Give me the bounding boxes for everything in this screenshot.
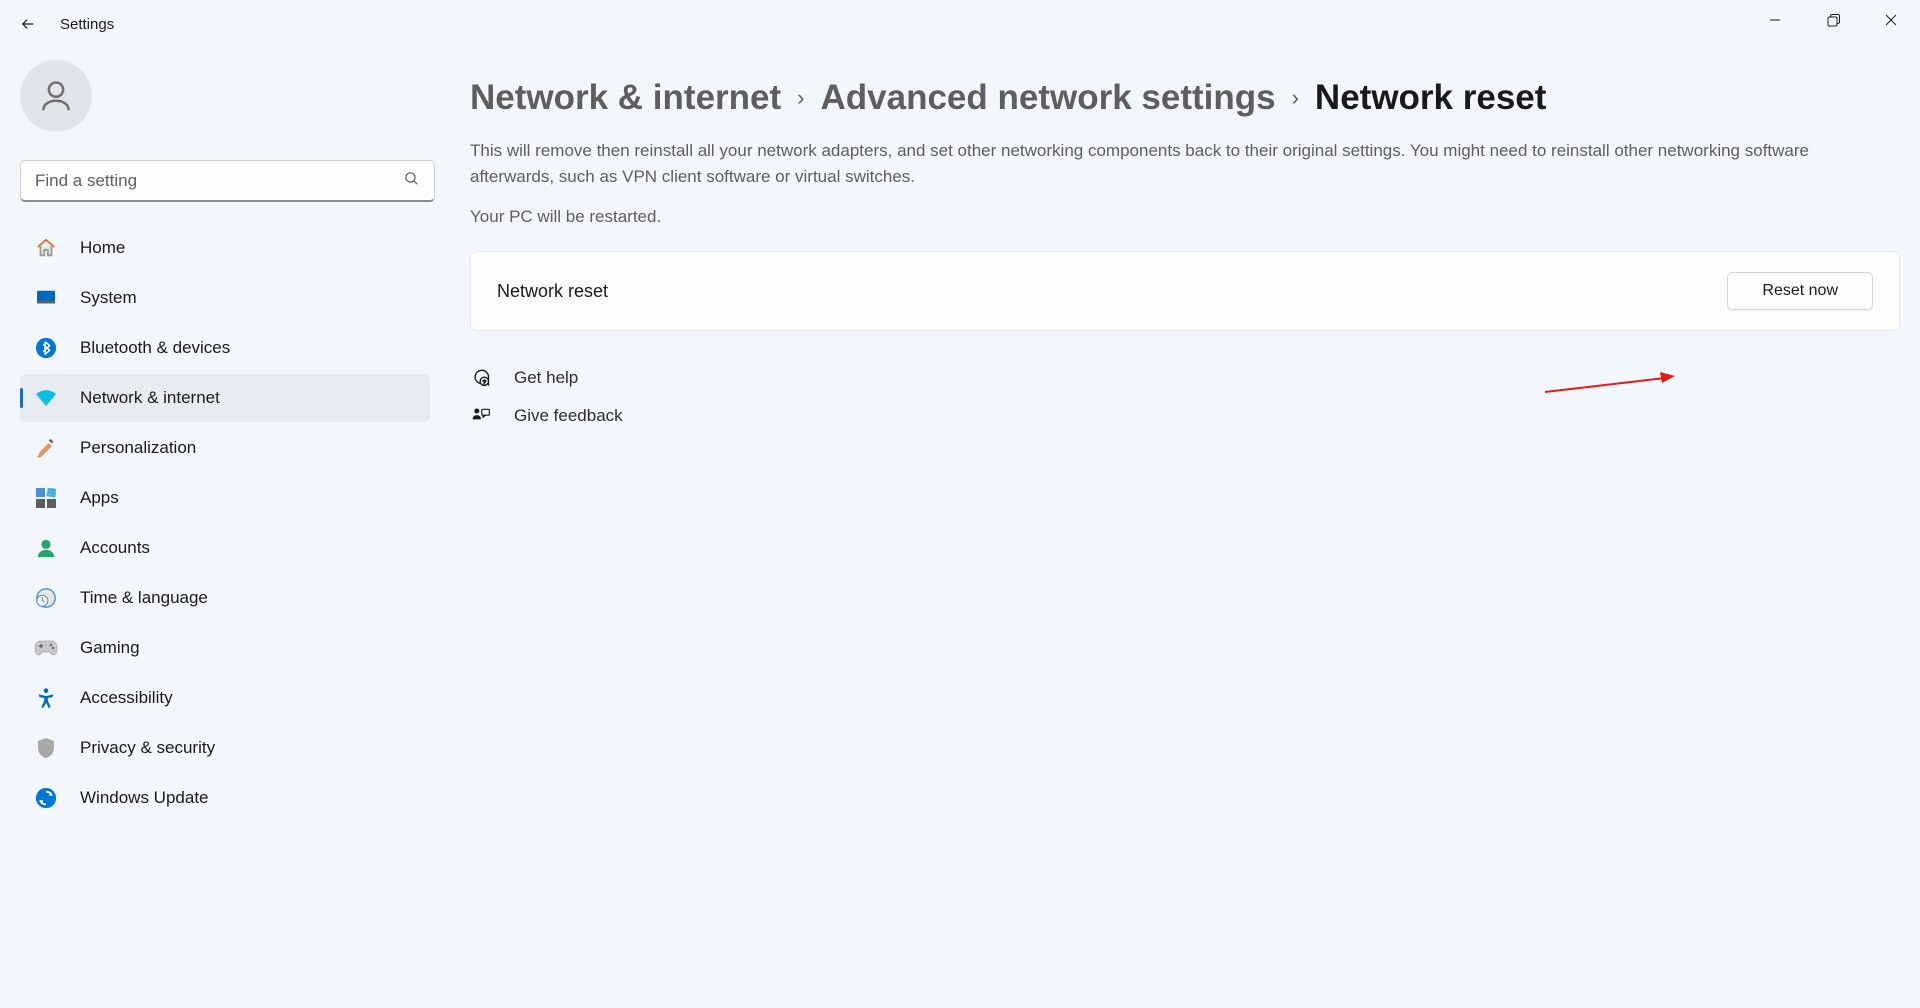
maximize-button[interactable] <box>1804 0 1862 40</box>
shield-icon <box>34 736 58 760</box>
help-icon: ? <box>470 367 492 389</box>
system-icon <box>34 286 58 310</box>
sidebar-item-system[interactable]: System <box>20 274 430 322</box>
sidebar-item-privacy[interactable]: Privacy & security <box>20 724 430 772</box>
sidebar-item-apps[interactable]: Apps <box>20 474 430 522</box>
sidebar-item-bluetooth[interactable]: Bluetooth & devices <box>20 324 430 372</box>
breadcrumb-current: Network reset <box>1315 78 1546 118</box>
chevron-right-icon: › <box>797 85 804 111</box>
feedback-icon <box>470 405 492 427</box>
breadcrumb: Network & internet › Advanced network se… <box>470 78 1900 118</box>
sidebar: Home System Bluetooth & devices Network … <box>0 48 380 1008</box>
get-help-link[interactable]: ? Get help <box>470 367 1900 389</box>
nav-label: Apps <box>80 488 119 508</box>
reset-now-button[interactable]: Reset now <box>1727 272 1873 310</box>
restart-note: Your PC will be restarted. <box>470 207 1900 227</box>
feedback-label: Give feedback <box>514 406 623 426</box>
sidebar-nav: Home System Bluetooth & devices Network … <box>20 224 380 822</box>
window-title: Settings <box>60 16 114 33</box>
network-reset-card: Network reset Reset now <box>470 251 1900 331</box>
sidebar-item-network[interactable]: Network & internet <box>20 374 430 422</box>
sidebar-item-accessibility[interactable]: Accessibility <box>20 674 430 722</box>
nav-label: Home <box>80 238 125 258</box>
main-content: Network & internet › Advanced network se… <box>435 48 1920 1008</box>
window-controls <box>1746 0 1920 40</box>
sidebar-item-accounts[interactable]: Accounts <box>20 524 430 572</box>
search-box[interactable] <box>20 160 435 202</box>
sidebar-item-home[interactable]: Home <box>20 224 430 272</box>
apps-icon <box>34 486 58 510</box>
nav-label: Accounts <box>80 538 150 558</box>
nav-label: Windows Update <box>80 788 209 808</box>
nav-label: Gaming <box>80 638 140 658</box>
sidebar-item-windows-update[interactable]: Windows Update <box>20 774 430 822</box>
nav-label: Bluetooth & devices <box>80 338 230 358</box>
search-input[interactable] <box>35 171 403 191</box>
home-icon <box>34 236 58 260</box>
nav-label: Time & language <box>80 588 208 608</box>
wifi-icon <box>34 386 58 410</box>
back-button[interactable] <box>8 4 48 44</box>
nav-label: Accessibility <box>80 688 173 708</box>
nav-label: System <box>80 288 137 308</box>
breadcrumb-advanced[interactable]: Advanced network settings <box>820 78 1275 118</box>
search-icon <box>403 170 420 192</box>
give-feedback-link[interactable]: Give feedback <box>470 405 1900 427</box>
titlebar: Settings <box>0 0 1920 48</box>
nav-label: Network & internet <box>80 388 220 408</box>
close-button[interactable] <box>1862 0 1920 40</box>
description-text: This will remove then reinstall all your… <box>470 138 1870 189</box>
card-label: Network reset <box>497 281 608 302</box>
nav-label: Privacy & security <box>80 738 215 758</box>
update-icon <box>34 786 58 810</box>
chevron-right-icon: › <box>1292 85 1299 111</box>
breadcrumb-network[interactable]: Network & internet <box>470 78 781 118</box>
accessibility-icon <box>34 686 58 710</box>
accounts-icon <box>34 536 58 560</box>
nav-label: Personalization <box>80 438 196 458</box>
sidebar-item-gaming[interactable]: Gaming <box>20 624 430 672</box>
sidebar-item-personalization[interactable]: Personalization <box>20 424 430 472</box>
gamepad-icon <box>34 636 58 660</box>
sidebar-item-time-language[interactable]: Time & language <box>20 574 430 622</box>
bluetooth-icon <box>34 336 58 360</box>
minimize-button[interactable] <box>1746 0 1804 40</box>
brush-icon <box>34 436 58 460</box>
help-label: Get help <box>514 368 578 388</box>
clock-globe-icon <box>34 586 58 610</box>
user-avatar[interactable] <box>20 60 92 132</box>
